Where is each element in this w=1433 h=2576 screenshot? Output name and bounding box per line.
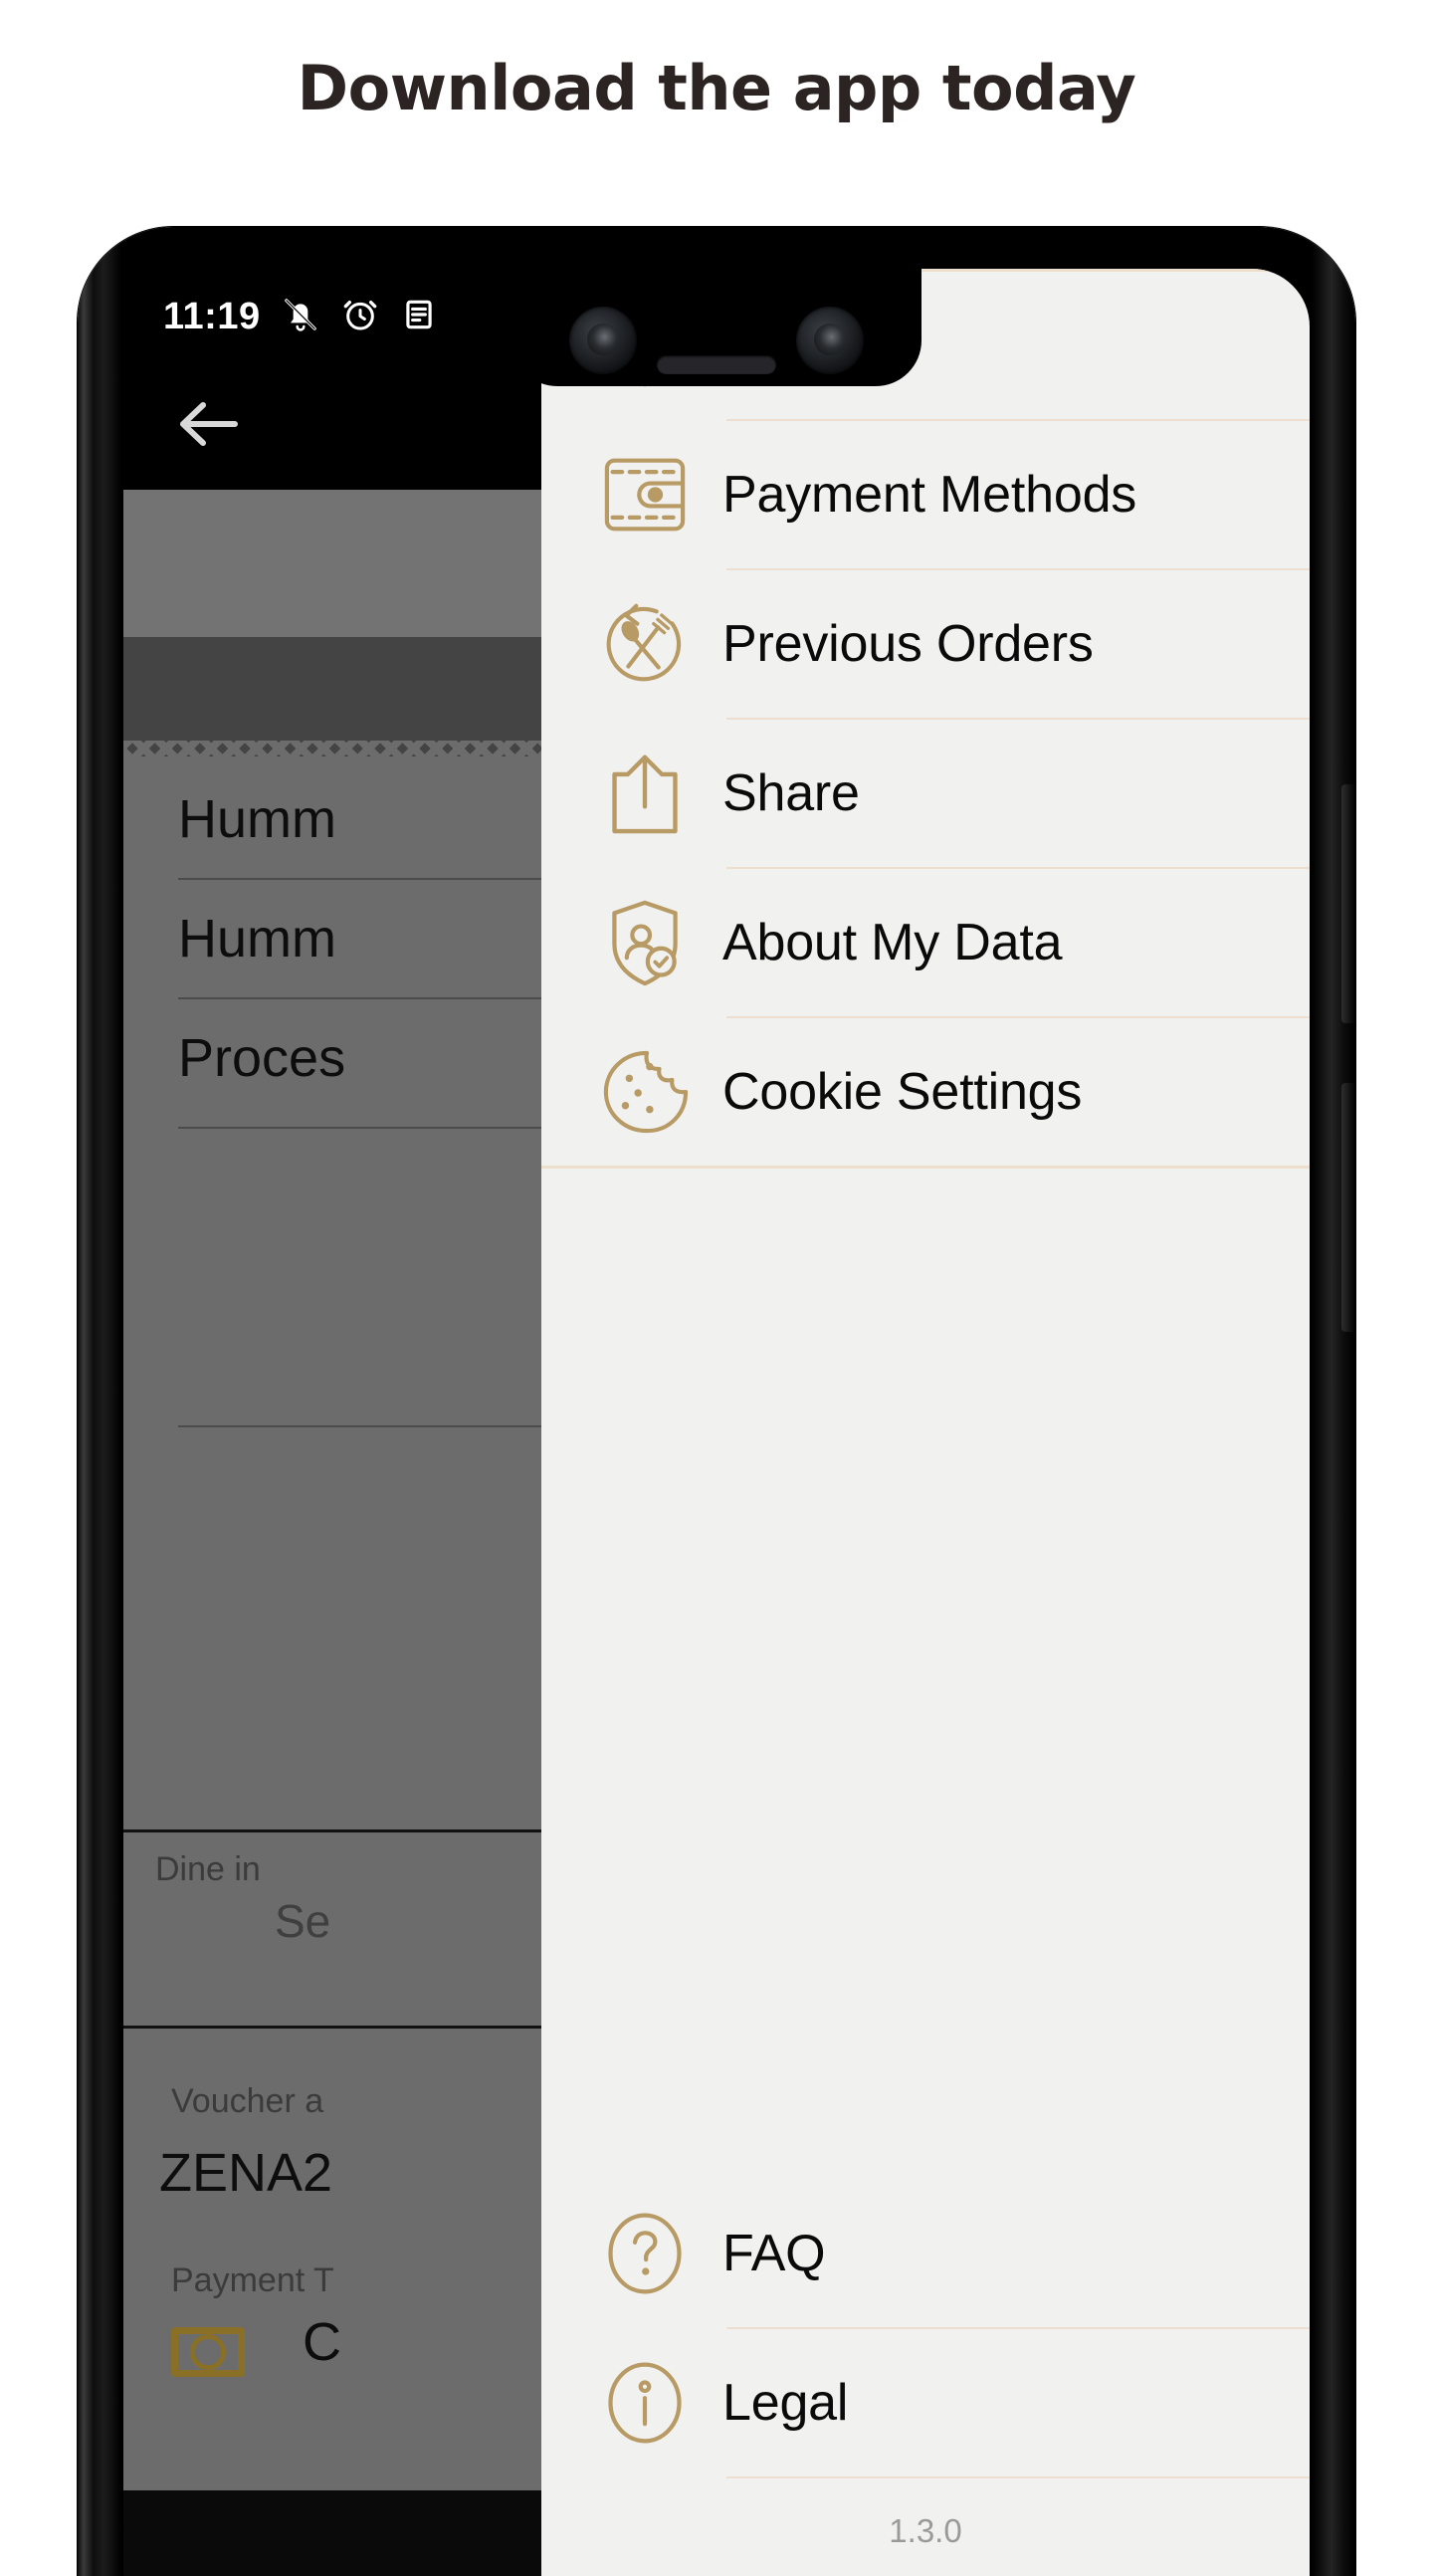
drawer-item-faq[interactable]: FAQ — [541, 2180, 1310, 2327]
camera-notch — [512, 269, 921, 386]
phone-screen: Humm Humm Proces Dine in Se Voucher a ZE… — [123, 269, 1310, 2576]
drawer-spacer — [541, 1169, 1310, 2180]
phone-volume-button[interactable] — [1341, 1083, 1355, 1332]
drawer-item-cookie-settings[interactable]: Cookie Settings — [541, 1018, 1310, 1166]
drawer-item-label: Share — [722, 764, 860, 822]
earpiece-speaker — [657, 355, 776, 374]
drawer-item-payment-methods[interactable]: Payment Methods — [541, 421, 1310, 568]
voucher-code: ZENA2 — [159, 2143, 333, 2203]
drawer-item-share[interactable]: Share — [541, 720, 1310, 867]
voucher-label: Voucher a — [171, 2082, 324, 2120]
back-arrow-icon[interactable] — [175, 396, 239, 457]
drawer-item-label: About My Data — [722, 914, 1063, 971]
navigation-drawer: Profile Payme — [541, 269, 1310, 2576]
alarm-clock-icon — [340, 295, 380, 339]
status-bar-left: 11:19 — [163, 295, 438, 339]
drawer-item-label: Previous Orders — [722, 615, 1094, 673]
dine-in-label: Dine in — [155, 1850, 261, 1888]
phone-power-button[interactable] — [1341, 784, 1355, 1023]
cash-note-icon — [171, 2327, 245, 2377]
mute-bell-icon — [281, 295, 320, 339]
payment-type-label: Payment T — [171, 2261, 334, 2299]
notes-icon — [400, 296, 438, 338]
question-circle-icon — [597, 2208, 693, 2299]
dine-in-value: Se — [275, 1895, 331, 1947]
front-camera-right-icon — [796, 307, 864, 374]
shield-person-icon — [597, 897, 693, 988]
drawer-item-label: Payment Methods — [722, 466, 1137, 524]
wallet-icon — [597, 455, 693, 535]
share-icon — [597, 750, 693, 837]
drawer-item-label: Cookie Settings — [722, 1063, 1083, 1121]
cookie-icon — [597, 1048, 693, 1136]
drawer-item-legal[interactable]: Legal — [541, 2329, 1310, 2476]
info-circle-icon — [597, 2357, 693, 2449]
drawer-secondary-menu: FAQ Legal 1.3.0 — [541, 2180, 1310, 2576]
payment-type-value: C — [303, 2312, 341, 2372]
drawer-primary-menu: Profile Payme — [541, 269, 1310, 1169]
front-camera-left-icon — [569, 307, 637, 374]
status-clock: 11:19 — [163, 295, 261, 337]
reorder-cutlery-icon — [597, 599, 693, 689]
app-version-label: 1.3.0 — [889, 2512, 962, 2549]
page-title: Download the app today — [297, 52, 1136, 124]
phone-device-frame: Humm Humm Proces Dine in Se Voucher a ZE… — [78, 227, 1355, 2576]
phone-bezel: Humm Humm Proces Dine in Se Voucher a ZE… — [123, 269, 1310, 2576]
drawer-item-label: FAQ — [722, 2225, 826, 2282]
drawer-item-about-my-data[interactable]: About My Data — [541, 869, 1310, 1016]
drawer-item-previous-orders[interactable]: Previous Orders — [541, 570, 1310, 718]
drawer-item-label: Legal — [722, 2374, 849, 2432]
